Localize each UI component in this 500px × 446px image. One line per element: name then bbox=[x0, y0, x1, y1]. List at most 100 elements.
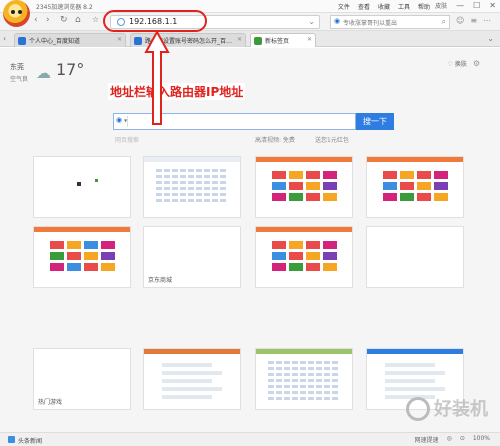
zoom-icon[interactable]: ⊙ bbox=[460, 435, 465, 444]
annotation-text: 地址栏输入路由器IP地址 bbox=[108, 83, 246, 100]
tab-label: 个人中心_百度知道 bbox=[29, 38, 81, 45]
menu-bar: 文件 查看 收藏 工具 帮助 bbox=[338, 2, 430, 11]
menu-tools[interactable]: 工具 bbox=[398, 2, 410, 11]
tile-preview bbox=[268, 361, 340, 403]
cloud-sun-icon: ☁ bbox=[36, 64, 51, 82]
tab-bar: ‹ 个人中心_百度知道 ✕ 路由器设置账号密码怎么开_百… ✕ 新标签页 ✕ ⌄ bbox=[0, 31, 500, 47]
tile-preview bbox=[272, 241, 337, 271]
title-bar: 2345加速浏览器 8.2 文件 查看 收藏 工具 帮助 皮肤 — ☐ ✕ bbox=[0, 0, 500, 13]
user-icon[interactable]: ☺ bbox=[456, 16, 464, 25]
favorite-star-icon[interactable]: ☆ bbox=[92, 15, 99, 24]
status-right: 网速提速 ◎ ⊙ 100% bbox=[415, 435, 490, 444]
dropdown-icon[interactable]: ⌄ bbox=[308, 17, 315, 26]
window-controls: 皮肤 — ☐ ✕ bbox=[435, 1, 496, 10]
up-arrow-annotation-icon bbox=[144, 30, 170, 125]
speed-dial-tile[interactable] bbox=[255, 156, 353, 218]
search-icon[interactable]: ⌕ bbox=[442, 17, 446, 27]
speed-dial-tile[interactable] bbox=[143, 348, 241, 410]
speed-dial-tile[interactable]: 热门游戏 bbox=[33, 348, 131, 410]
watermark-logo-icon bbox=[406, 397, 430, 421]
tab-close-icon[interactable]: ✕ bbox=[117, 36, 122, 43]
menu-help[interactable]: 帮助 bbox=[418, 2, 430, 11]
tab-new-tab[interactable]: 新标签页 ✕ bbox=[250, 33, 316, 47]
news-icon[interactable] bbox=[8, 436, 15, 443]
chevron-down-icon[interactable]: ▼ bbox=[124, 118, 127, 123]
tile-header bbox=[367, 349, 463, 354]
tab-baidu-zhidao[interactable]: 个人中心_百度知道 ✕ bbox=[14, 33, 126, 47]
weather-aqi: 空气良 bbox=[10, 76, 29, 83]
tile-preview bbox=[383, 171, 448, 201]
status-bar: 头条新闻 网速提速 ◎ ⊙ 100% bbox=[0, 432, 500, 446]
browser-logo-icon bbox=[3, 0, 30, 27]
tab-close-icon[interactable]: ✕ bbox=[307, 36, 312, 43]
tile-preview bbox=[156, 169, 228, 205]
menu-favorites[interactable]: 收藏 bbox=[378, 2, 390, 11]
speed-dial-tile[interactable] bbox=[33, 156, 131, 218]
tile-header bbox=[144, 349, 240, 354]
hotlink-1[interactable]: 网页搜索 bbox=[115, 135, 139, 144]
tile-header bbox=[256, 157, 352, 162]
toolbar-search-box[interactable]: ◉ 专收涨掌哥刊以重出 ⌕ bbox=[330, 15, 450, 29]
forward-button[interactable]: › bbox=[46, 15, 50, 25]
tile-header bbox=[34, 227, 130, 232]
tile-preview bbox=[50, 241, 115, 271]
speed-dial-tile[interactable] bbox=[33, 226, 131, 288]
app-title: 2345加速浏览器 8.2 bbox=[36, 4, 93, 11]
tile-header bbox=[144, 157, 240, 162]
close-button[interactable]: ✕ bbox=[489, 1, 496, 10]
back-button[interactable]: ‹ bbox=[34, 15, 38, 25]
address-highlight-circle bbox=[103, 10, 207, 32]
tab-label: 新标签页 bbox=[265, 38, 290, 45]
speed-dial-tile[interactable]: 京东商城 bbox=[143, 226, 241, 288]
search-button[interactable]: 搜一下 bbox=[356, 113, 394, 130]
tab-scroll-left-icon[interactable]: ‹ bbox=[3, 34, 6, 43]
tile-header bbox=[256, 349, 352, 354]
game-block bbox=[95, 179, 98, 182]
minimize-button[interactable]: — bbox=[456, 1, 464, 10]
tab-favicon bbox=[134, 37, 142, 45]
skin-label: 换肤 bbox=[454, 61, 467, 68]
speed-dial-tile[interactable] bbox=[366, 156, 464, 218]
zoom-level[interactable]: 100% bbox=[473, 435, 490, 444]
weather-city: 东莞 bbox=[10, 63, 24, 71]
maximize-button[interactable]: ☐ bbox=[473, 1, 480, 10]
weather-widget[interactable]: 东莞 空气良 ☁ 17° bbox=[10, 60, 84, 83]
more-icon[interactable]: ⋯ bbox=[483, 16, 491, 25]
tile-header bbox=[256, 227, 352, 232]
tile-label: 热门游戏 bbox=[38, 399, 63, 406]
new-tab-page: 东莞 空气良 ☁ 17° ♡ 换肤 ⚙ ◉ ▼ 搜一下 网页搜索 高清视频: 免费 … bbox=[0, 48, 500, 432]
tile-label: 京东商城 bbox=[148, 277, 173, 284]
skin-icon[interactable]: 皮肤 bbox=[435, 1, 447, 10]
navigation-bar: ‹ › ↻ ⌂ ☆ 192.168.1.1 ⌄ ◉ 专收涨掌哥刊以重出 ⌕ ☺ … bbox=[0, 13, 500, 31]
tile-preview bbox=[272, 171, 337, 201]
game-ball bbox=[77, 182, 81, 186]
search-engine-icon[interactable]: ◉ bbox=[334, 17, 340, 25]
speed-dial-tile[interactable] bbox=[255, 226, 353, 288]
menu-file[interactable]: 文件 bbox=[338, 2, 350, 11]
speed-dial-tile[interactable] bbox=[143, 156, 241, 218]
tile-preview bbox=[162, 363, 222, 403]
news-label[interactable]: 头条新闻 bbox=[18, 436, 42, 445]
menu-view[interactable]: 查看 bbox=[358, 2, 370, 11]
tab-favicon bbox=[18, 37, 26, 45]
skin-change[interactable]: ♡ 换肤 ⚙ bbox=[447, 59, 480, 68]
settings-icon[interactable]: ⚙ bbox=[473, 59, 480, 68]
tile-header bbox=[367, 157, 463, 162]
speed-dial-tile[interactable] bbox=[255, 348, 353, 410]
heart-icon: ♡ bbox=[447, 61, 453, 68]
toolbar-search-placeholder: 专收涨掌哥刊以重出 bbox=[343, 20, 398, 27]
speedup-label[interactable]: 网速提速 bbox=[415, 435, 439, 444]
toolbar-right-icons: ☺ ≡ ⋯ bbox=[456, 16, 491, 25]
tab-favicon bbox=[254, 37, 262, 45]
menu-icon[interactable]: ≡ bbox=[470, 16, 477, 25]
home-button[interactable]: ⌂ bbox=[75, 15, 81, 25]
refresh-button[interactable]: ↻ bbox=[60, 15, 68, 25]
watermark: 好装机 bbox=[434, 399, 488, 420]
tab-list-icon[interactable]: ⌄ bbox=[487, 34, 494, 43]
tab-close-icon[interactable]: ✕ bbox=[237, 36, 242, 43]
weather-temperature: 17° bbox=[56, 60, 85, 79]
hotlink-3[interactable]: 送您1元红包 bbox=[315, 135, 349, 144]
hotlink-2[interactable]: 高清视频: 免费 bbox=[255, 135, 295, 144]
speed-dial-tile[interactable] bbox=[366, 226, 464, 288]
download-icon[interactable]: ◎ bbox=[447, 435, 452, 444]
